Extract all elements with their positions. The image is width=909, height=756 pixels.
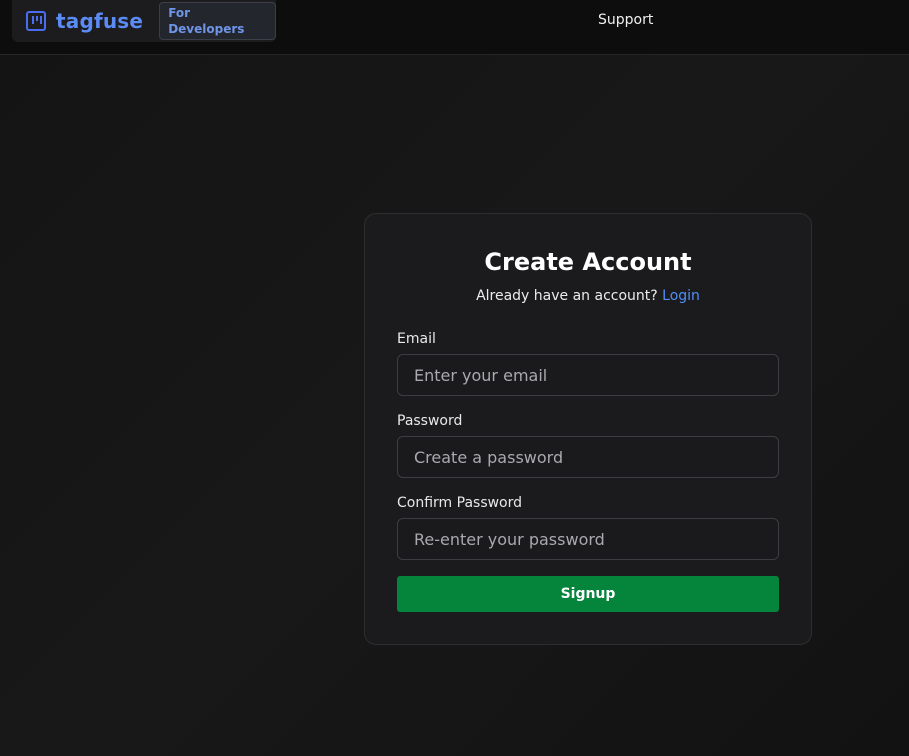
confirm-password-label: Confirm Password: [397, 495, 523, 511]
email-label: Email: [397, 331, 436, 347]
logo-icon: [26, 11, 46, 31]
login-prompt-text: Already have an account?: [476, 288, 658, 304]
nav-support-link[interactable]: Support: [598, 12, 653, 28]
signup-card: Create Account Already have an account? …: [364, 213, 812, 645]
page-title: Create Account: [484, 248, 692, 276]
developers-badge: For Developers: [159, 2, 276, 40]
password-field[interactable]: [397, 436, 779, 478]
email-field[interactable]: [397, 354, 779, 396]
brand-name: tagfuse: [56, 9, 144, 33]
login-prompt: Already have an account? Login: [365, 288, 811, 304]
signup-button[interactable]: Signup: [397, 576, 779, 612]
password-label: Password: [397, 413, 463, 429]
login-link[interactable]: Login: [662, 288, 700, 304]
confirm-password-field[interactable]: [397, 518, 779, 560]
brand[interactable]: tagfuse For Developers: [12, 0, 276, 42]
top-navbar: tagfuse For Developers Support: [0, 0, 909, 55]
